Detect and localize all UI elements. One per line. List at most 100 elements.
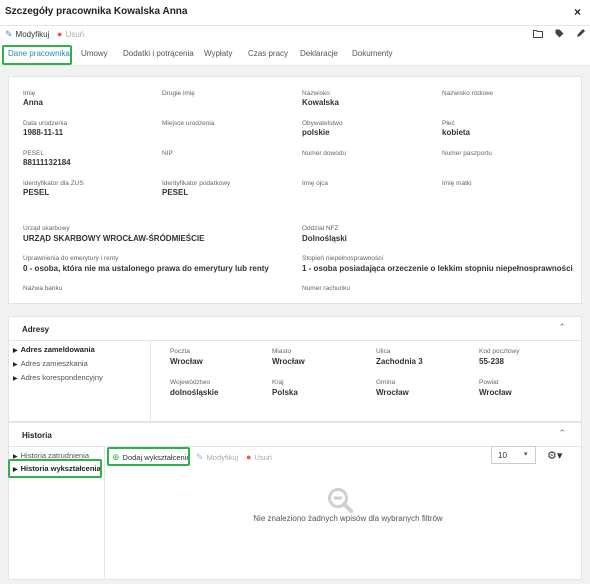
field-label: Data urodzenia [23,120,68,127]
sidebar-item-label: Adres zameldowania [20,345,95,354]
field-value: Kowalska [302,98,339,107]
field-label: Identyfikator dla ZUS [23,180,84,187]
field-label: Obywatelstwo [302,120,343,127]
sidebar-item-adres-zameldowania[interactable]: ▶ Adres zameldowania [13,345,95,354]
field-label: Kod pocztowy [479,348,520,355]
sidebar-item-adres-zamieszkania[interactable]: ▶ Adres zamieszkania [13,359,88,368]
history-delete-label: Usuń [254,452,272,462]
page-size-select[interactable]: 10 ▾ [491,446,536,464]
pencil-icon[interactable] [576,29,585,40]
sidebar-item-adres-korespondencyjny[interactable]: ▶ Adres korespondencyjny [13,373,103,382]
history-divider [104,446,105,580]
tab-czas-pracy[interactable]: Czas pracy [248,49,288,58]
addresses-divider [150,341,151,422]
caret-right-icon: ▶ [13,362,18,368]
field-label: Stopień niepełnosprawności [302,255,383,262]
highlight-box-history [8,459,102,478]
field-value: Wrocław [272,357,305,366]
field-label: PESEL [23,150,44,157]
chevron-up-icon[interactable]: ⌃ [558,322,566,333]
field-label: Oddział NFZ [302,225,339,232]
delete-button[interactable]: ● Usuń [57,29,84,39]
field-label: Miejsce urodzenia [162,120,215,127]
caret-right-icon: ▶ [13,376,18,382]
field-value: 1 - osoba posiadająca orzeczenie o lekki… [302,264,573,273]
field-value: Polska [272,388,298,397]
tab-umowy[interactable]: Umowy [81,49,108,58]
addresses-title: Adresy [22,325,50,334]
field-label: Nazwisko [302,90,330,97]
history-title: Historia [22,431,52,440]
sidebar-item-label: Adres zamieszkania [20,359,88,368]
field-value: Wrocław [376,388,409,397]
field-value: 1988-11-11 [23,128,64,137]
close-icon[interactable]: × [574,5,581,19]
field-label: Urząd skarbowy [23,225,70,232]
empty-search-icon [328,488,353,513]
field-label: Uprawnienia do emerytury i renty [23,255,119,262]
field-label: NIP [162,150,173,157]
tab-dodatki[interactable]: Dodatki i potrącenia [123,49,194,58]
sidebar-item-label: Adres korespondencyjny [20,373,103,382]
field-label: Drugie imię [162,90,195,97]
toolbar: ✎ Modyfikuj ● Usuń [0,27,590,43]
field-value: polskie [302,128,330,137]
tab-wyplaty[interactable]: Wypłaty [204,49,232,58]
settings-gear-icon[interactable]: ⚙▾ [547,449,562,462]
tag-icon[interactable] [555,29,564,40]
caret-right-icon: ▶ [13,348,18,354]
field-label: Identyfikator podatkowy [162,180,231,187]
field-label: Imię matki [442,180,472,187]
field-label: Poczta [170,348,190,355]
field-label: Numer rachunku [302,285,351,292]
minus-circle-icon: ● [57,29,63,39]
field-label: Kraj [272,379,284,386]
field-label: Powiat [479,379,499,386]
history-modify-button[interactable]: ✎ Modyfikuj [196,452,238,463]
chevron-up-icon[interactable]: ⌃ [558,428,566,439]
field-label: Ulica [376,348,391,355]
edit-icon: ✎ [5,29,13,39]
field-value: Wrocław [479,388,512,397]
field-value: Dolnośląski [302,234,347,243]
field-label: Imię [23,90,36,97]
field-label: Miasto [272,348,292,355]
field-value: Zachodnia 3 [376,357,423,366]
history-delete-button[interactable]: ● Usuń [246,452,272,462]
field-value: PESEL [23,188,50,197]
delete-label: Usuń [65,29,85,39]
tab-deklaracje[interactable]: Deklaracje [300,49,338,58]
history-header[interactable]: Historia ⌃ [9,423,581,447]
field-value: PESEL [162,188,189,197]
minus-circle-icon: ● [246,452,252,462]
field-value: Anna [23,98,43,107]
field-label: Imię ojca [302,180,329,187]
modify-button[interactable]: ✎ Modyfikuj [5,29,49,40]
modify-label: Modyfikuj [15,30,50,39]
history-modify-label: Modyfikuj [206,453,239,462]
title-bar: Szczegóły pracownika Kowalska Anna × [0,0,590,26]
window-title: Szczegóły pracownika Kowalska Anna [5,6,188,17]
addresses-header[interactable]: Adresy ⌃ [9,317,581,341]
highlight-box-add [107,447,190,466]
folder-icon[interactable] [533,29,543,40]
field-label: Numer dowodu [302,150,347,157]
field-label: Płeć [442,120,455,127]
field-value: URZĄD SKARBOWY WROCŁAW-ŚRÓDMIEŚCIE [23,234,205,243]
addresses-panel: Adresy ⌃ [8,316,582,422]
field-label: Gmina [376,379,396,386]
field-label: Nazwa banku [23,285,63,292]
field-value: Wrocław [170,357,203,366]
field-value: 88111132184 [23,158,71,167]
caret-down-icon: ▾ [524,451,528,458]
field-label: Numer paszportu [442,150,492,157]
edit-icon: ✎ [196,452,204,462]
field-label: Województwo [170,379,210,386]
empty-state-text: Nie znaleziono żadnych wpisów dla wybran… [253,514,443,523]
field-value: 0 - osoba, która nie ma ustalonego prawa… [23,264,269,273]
field-label: Nazwisko rodowe [442,90,493,97]
field-value: 55-238 [479,357,504,366]
tab-dokumenty[interactable]: Dokumenty [352,49,392,58]
page-size-value: 10 [498,451,507,460]
tabs-bar: Dane pracownika Umowy Dodatki i potrącen… [0,44,590,66]
